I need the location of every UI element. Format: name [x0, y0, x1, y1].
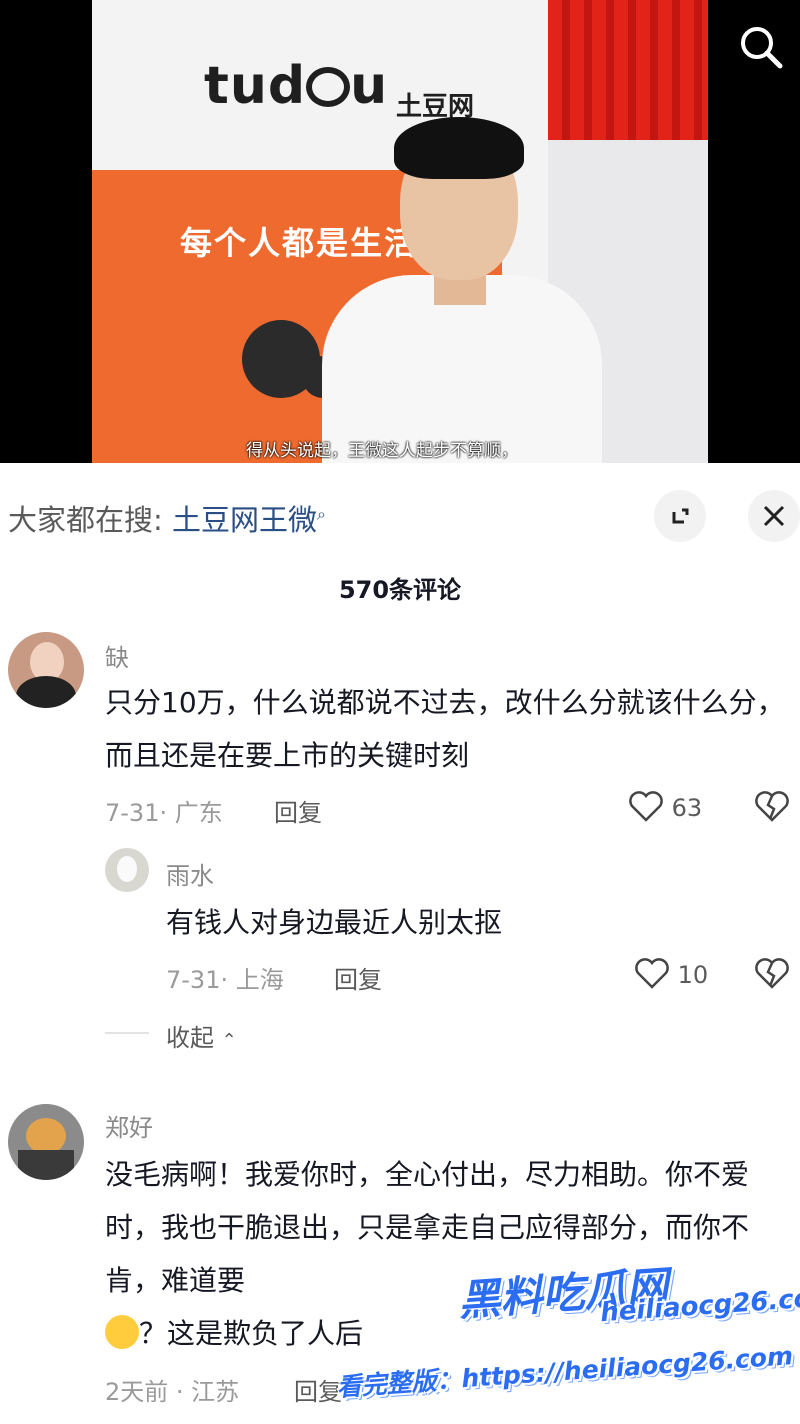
comment-username[interactable]: 雨水: [166, 856, 214, 891]
divider: [105, 1032, 149, 1034]
video-frame: tud u 土豆网 每个人都是生活: [92, 0, 708, 463]
reply-button[interactable]: 回复: [334, 960, 382, 995]
trending-search[interactable]: 大家都在搜: 土豆网王微⌕: [8, 497, 326, 539]
video-subtitle: 得从头说起，王微这人起步不算顺，: [246, 441, 518, 461]
comment-text: 没毛病啊！我爱你时，全心付出，尽力相助。你不爱时，我也干脆退出，只是拿走自己应得…: [105, 1158, 750, 1297]
like-button[interactable]: 63: [628, 790, 702, 822]
close-icon: [763, 505, 785, 527]
comment-count: 570条评论: [338, 576, 462, 604]
heart-icon: [635, 958, 669, 989]
comment-username[interactable]: 郑好: [105, 1108, 153, 1143]
avatar[interactable]: [8, 632, 84, 708]
avatar[interactable]: [8, 1104, 84, 1180]
comment-text: 只分10万，什么说都说不过去，改什么分就该什么分，而且还是在要上市的关键时刻: [105, 686, 785, 772]
collapse-replies-button[interactable]: 收起 ⌃: [166, 1018, 237, 1053]
search-icon: [741, 27, 783, 69]
trending-keyword[interactable]: 土豆网王微: [172, 503, 317, 537]
reply-button[interactable]: 回复: [274, 793, 322, 828]
reply-button[interactable]: 回复: [294, 1372, 342, 1407]
video-player[interactable]: tud u 土豆网 每个人都是生活 得从头说起，王微这人起步不算顺，: [0, 0, 800, 463]
speaker: [322, 105, 602, 463]
comment-text: 有钱人对身边最近人别太抠: [166, 906, 503, 939]
broken-heart-icon: [755, 958, 789, 989]
heart-icon: [629, 791, 663, 822]
comment-meta: 7-31· 广东: [105, 799, 223, 827]
close-button[interactable]: [748, 490, 800, 542]
like-count: 63: [671, 794, 703, 822]
comment-meta: 2天前 · 江苏: [105, 1378, 240, 1406]
search-small-icon: ⌕: [317, 504, 326, 524]
like-count: 10: [677, 961, 709, 989]
search-button[interactable]: [736, 22, 786, 72]
avatar[interactable]: [105, 848, 149, 892]
expand-button[interactable]: [654, 490, 706, 542]
chevron-up-icon: ⌃: [221, 1030, 237, 1051]
dislike-button[interactable]: [754, 957, 790, 993]
expand-icon: [672, 508, 689, 524]
dislike-button[interactable]: [754, 790, 790, 826]
comment-meta: 7-31· 上海: [166, 966, 284, 994]
like-button[interactable]: 10: [634, 957, 708, 989]
broken-heart-icon: [755, 791, 789, 822]
comment-username[interactable]: 缺: [105, 638, 129, 673]
sleepy-emoji-icon: [105, 1315, 139, 1349]
